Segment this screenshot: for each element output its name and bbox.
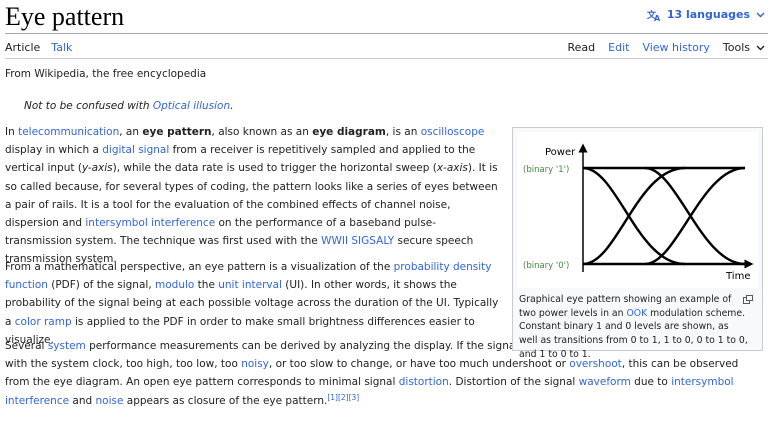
tab-read[interactable]: Read xyxy=(568,41,596,54)
svg-text:A: A xyxy=(654,14,661,21)
link-waveform[interactable]: waveform xyxy=(579,376,631,388)
namespace-tabs: Article Talk xyxy=(5,41,72,54)
languages-label: 13 languages xyxy=(666,8,750,21)
chevron-down-icon xyxy=(756,45,765,50)
paragraph-math: From a mathematical perspective, an eye … xyxy=(5,258,500,349)
text: due to xyxy=(630,376,672,389)
bold-term: eye diagram xyxy=(312,126,386,138)
text: appears as closure of the eye pattern. xyxy=(123,394,328,407)
figure-eye-pattern: Power (binary '1') (binary '0') Time Gra… xyxy=(512,127,763,360)
tabs-divider xyxy=(5,58,768,59)
italic-term: x-axis xyxy=(436,162,468,175)
time-axis-label: Time xyxy=(725,271,750,282)
page-title: Eye pattern xyxy=(5,2,125,31)
transition-rising xyxy=(582,166,686,266)
view-tabs: Read Edit View history Tools xyxy=(568,41,766,54)
link-noisy[interactable]: noisy xyxy=(241,358,269,370)
language-selector[interactable]: 文 A 13 languages xyxy=(647,8,765,21)
reference-link[interactable]: [1] xyxy=(327,393,338,402)
text: , also known as an xyxy=(211,126,313,138)
link-telecommunication[interactable]: telecommunication xyxy=(18,126,119,138)
paragraph-intro: In telecommunication, an eye pattern, al… xyxy=(5,123,500,269)
link-wwii-sigsaly[interactable]: WWII SIGSALY xyxy=(321,235,394,247)
tab-article[interactable]: Article xyxy=(5,41,40,54)
text: ), while the data rate is used to trigge… xyxy=(112,162,437,175)
text: (PDF) of the signal, xyxy=(47,279,155,292)
text: the xyxy=(194,279,219,292)
link-color-ramp[interactable]: color ramp xyxy=(15,316,72,328)
link-system[interactable]: system xyxy=(48,340,86,352)
transition-falling-late xyxy=(644,166,746,266)
text: In xyxy=(5,126,19,138)
link-noise[interactable]: noise xyxy=(96,395,124,407)
hatnote-suffix: . xyxy=(230,100,234,112)
translate-icon: 文 A xyxy=(647,9,661,21)
italic-term: y-axis xyxy=(81,162,113,175)
reference-link[interactable]: [3] xyxy=(349,393,360,402)
link-distortion[interactable]: distortion xyxy=(399,376,449,388)
title-divider xyxy=(5,33,768,34)
tab-talk[interactable]: Talk xyxy=(51,41,72,54)
chevron-down-icon xyxy=(756,12,765,17)
text: , an xyxy=(119,126,143,138)
hatnote: Not to be confused with Optical illusion… xyxy=(24,100,233,112)
link-modulo[interactable]: modulo xyxy=(155,279,194,291)
link-oscilloscope[interactable]: oscilloscope xyxy=(421,126,485,138)
text: and xyxy=(69,394,96,407)
power-axis-label: Power xyxy=(545,147,576,158)
link-digital-signal[interactable]: digital signal xyxy=(102,144,169,156)
tab-view-history[interactable]: View history xyxy=(642,41,709,54)
link-intersymbol-interference[interactable]: intersymbol interference xyxy=(85,217,215,229)
enlarge-icon[interactable] xyxy=(743,295,753,304)
text: Several xyxy=(5,340,48,352)
transition-falling xyxy=(582,166,686,266)
tools-menu[interactable]: Tools xyxy=(723,41,765,54)
tab-edit[interactable]: Edit xyxy=(608,41,629,54)
site-sub: From Wikipedia, the free encyclopedia xyxy=(5,68,207,80)
binary-one-label: (binary '1') xyxy=(523,165,569,175)
link-unit-interval[interactable]: unit interval xyxy=(218,279,282,291)
bold-term: eye pattern xyxy=(142,126,212,138)
transition-rising-late xyxy=(644,166,746,266)
text: . Distortion of the signal xyxy=(448,376,579,389)
text: display in which a xyxy=(5,144,103,157)
reference-link[interactable]: [2] xyxy=(338,393,349,402)
eye-pattern-diagram[interactable]: Power (binary '1') (binary '0') Time xyxy=(517,132,758,288)
binary-zero-label: (binary '0') xyxy=(523,261,569,271)
hatnote-prefix: Not to be confused with xyxy=(24,100,153,112)
tools-label: Tools xyxy=(722,41,750,54)
text: From a mathematical perspective, an eye … xyxy=(5,261,394,273)
link-ook[interactable]: OOK xyxy=(626,308,647,319)
text: , is an xyxy=(385,126,421,138)
link-optical-illusion[interactable]: Optical illusion xyxy=(153,100,230,112)
figure-caption: Graphical eye pattern showing an example… xyxy=(519,293,749,362)
